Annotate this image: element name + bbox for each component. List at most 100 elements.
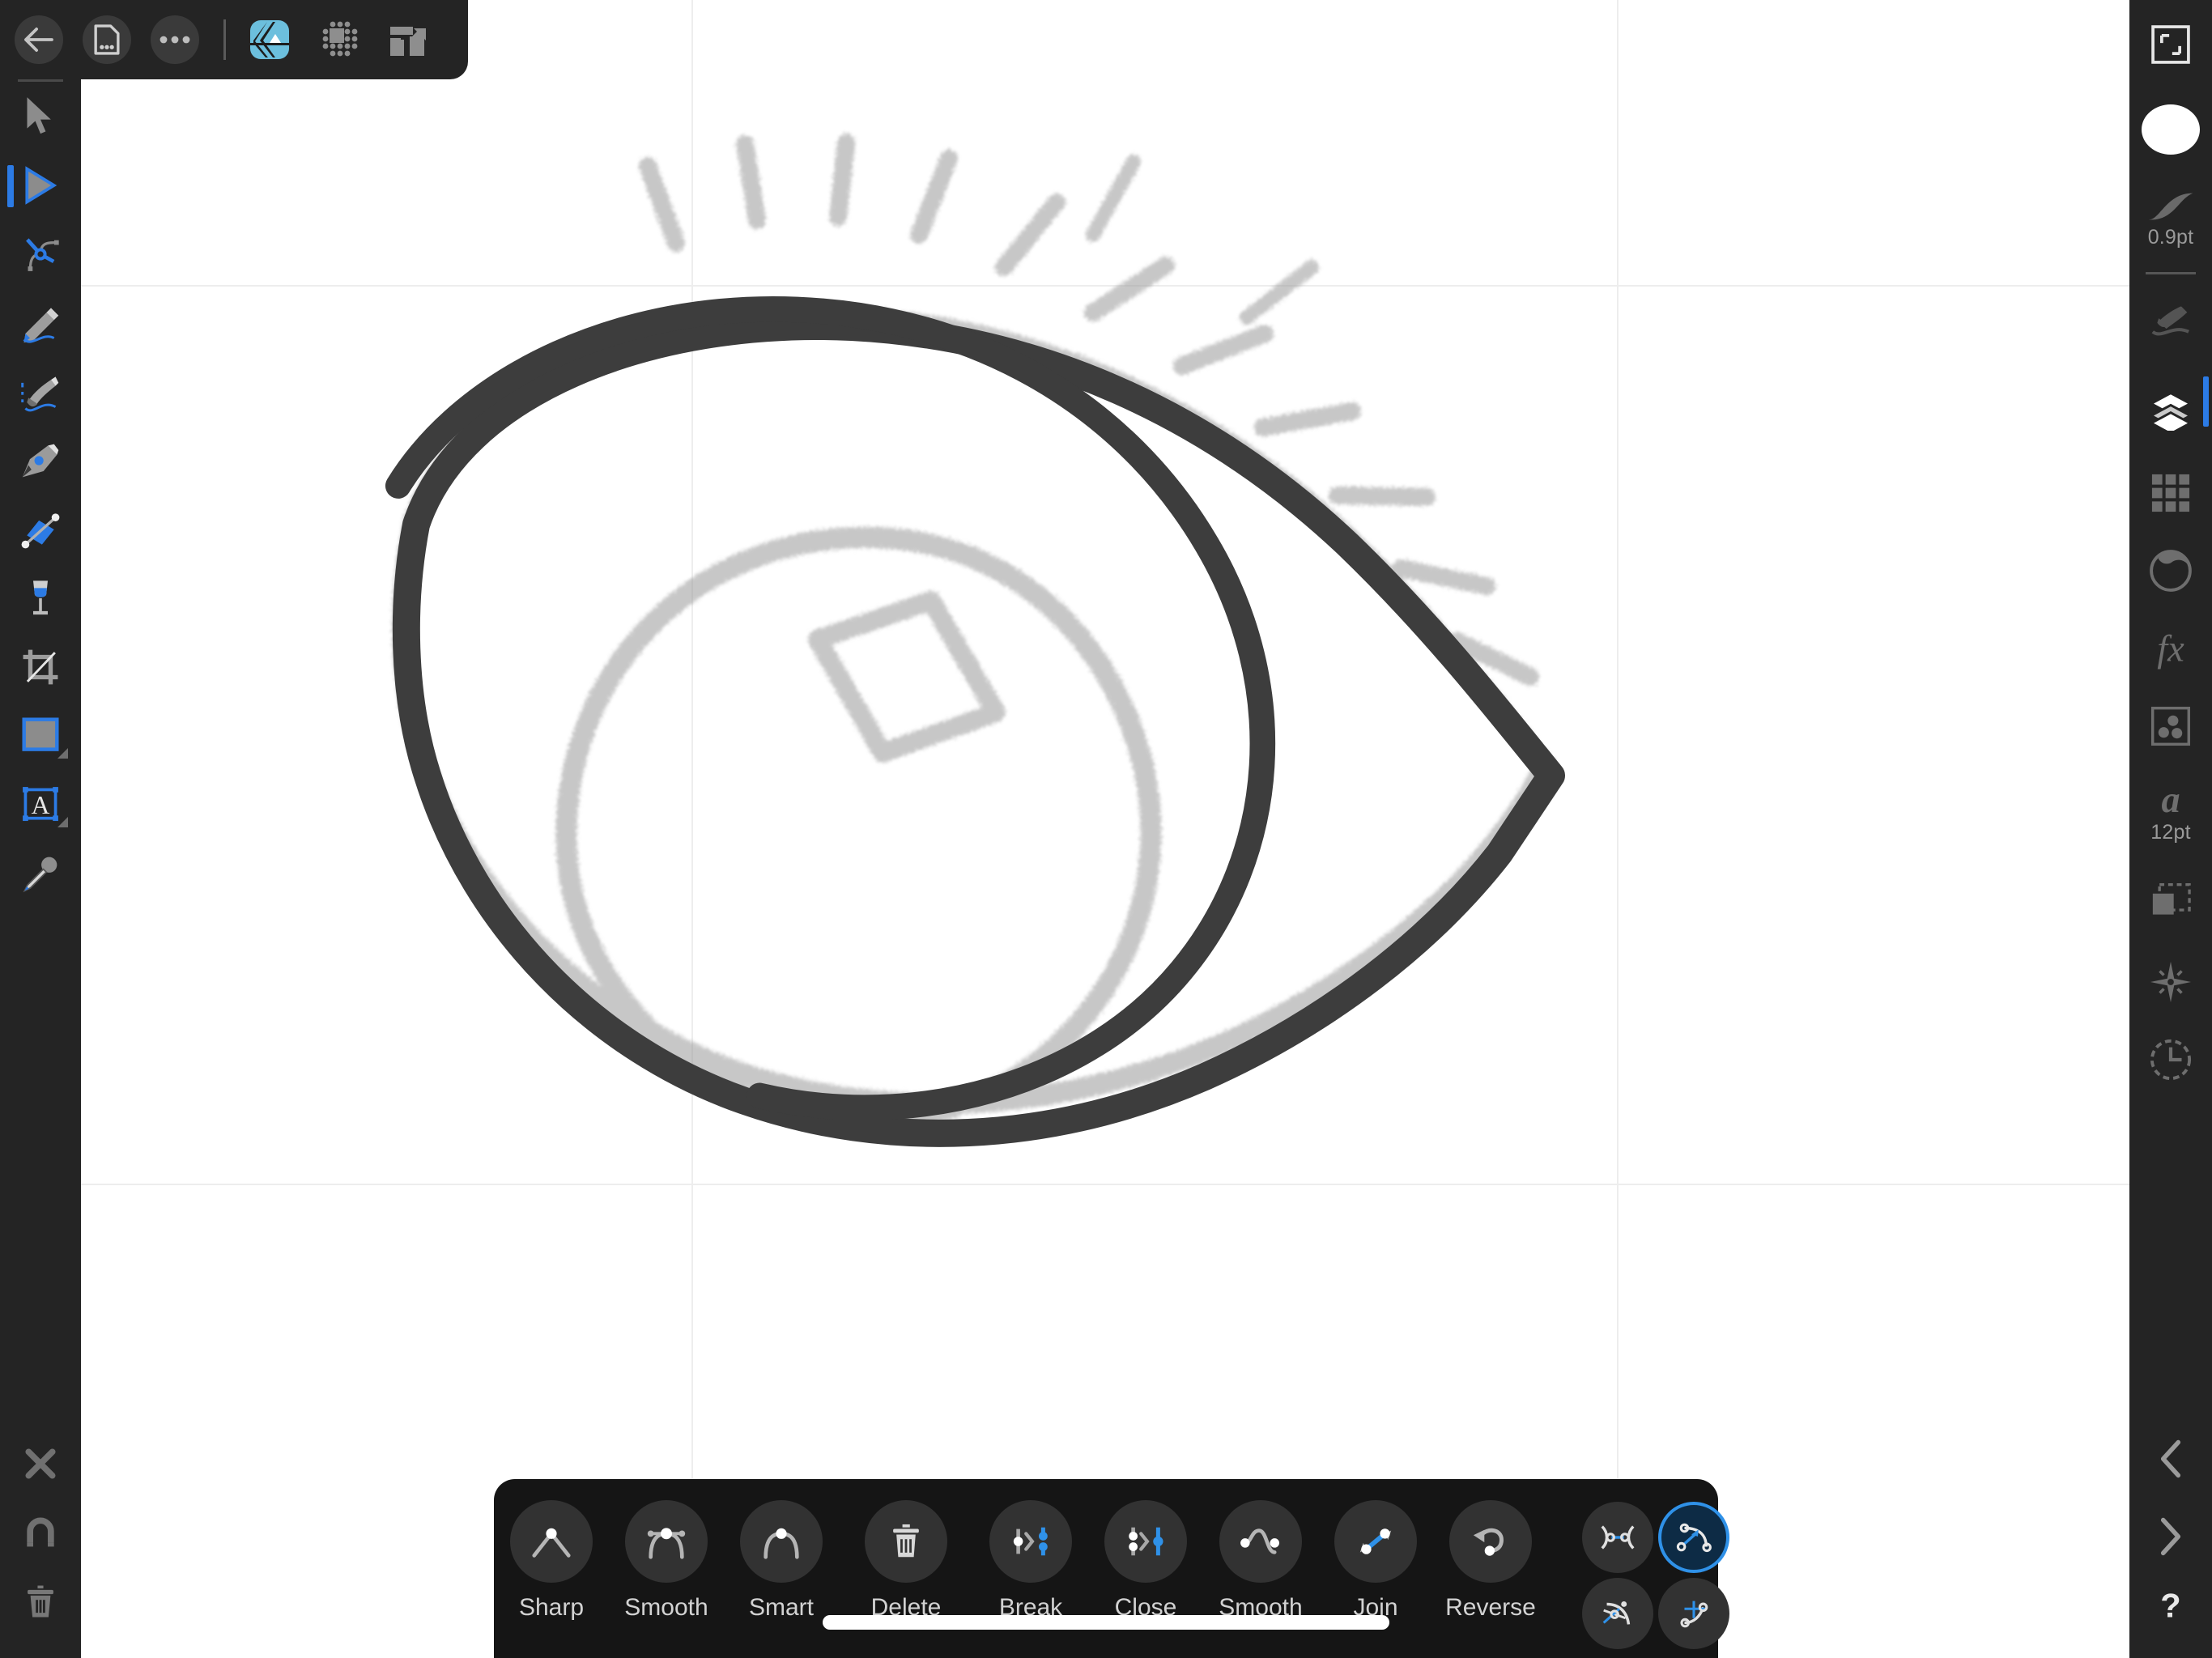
undo-button[interactable] xyxy=(2129,1420,2212,1498)
left-tool-sidebar[interactable]: A xyxy=(0,0,81,1658)
break-curve-icon xyxy=(989,1500,1072,1583)
join-curve-button[interactable]: Join xyxy=(1318,1500,1433,1622)
back-button[interactable] xyxy=(15,15,63,64)
toolbar-divider xyxy=(223,19,226,60)
colour-swatch-icon xyxy=(2142,104,2200,155)
convert-to-curve-icon xyxy=(1676,1523,1712,1553)
pencil-tool[interactable] xyxy=(0,288,81,357)
smart-node-icon xyxy=(740,1500,823,1583)
document-canvas[interactable] xyxy=(81,0,2129,1658)
document-top-toolbar[interactable] xyxy=(0,0,468,79)
adjustments-studio-button[interactable] xyxy=(2129,532,2212,610)
ellipsis-icon xyxy=(160,36,190,44)
shape-builder-tool[interactable] xyxy=(0,495,81,563)
svg-text:a: a xyxy=(2161,780,2180,819)
document-menu-button[interactable] xyxy=(83,15,131,64)
colour-picker-tool[interactable] xyxy=(0,839,81,908)
deselect-button[interactable] xyxy=(0,1429,81,1498)
adjustment-circle-icon xyxy=(2150,550,2192,592)
document-icon xyxy=(94,24,120,55)
mode-transform-handles-button[interactable] xyxy=(1582,1578,1653,1649)
layers-studio-button[interactable] xyxy=(2129,365,2212,454)
swatch-grid-icon xyxy=(2151,474,2190,512)
transform-studio-button[interactable] xyxy=(2129,859,2212,943)
sharp-node-icon xyxy=(510,1500,593,1583)
fill-colour-swatch[interactable] xyxy=(2129,89,2212,170)
tool-submenu-indicator xyxy=(57,748,68,759)
align-nodes-icon xyxy=(1680,1601,1708,1628)
right-studio-sidebar[interactable]: 0.9pt fx a 12pt ? xyxy=(2129,0,2212,1658)
smooth-curve-button[interactable]: Smooth xyxy=(1203,1500,1318,1622)
studio-selected-indicator xyxy=(2203,376,2209,427)
move-tool[interactable] xyxy=(0,82,81,151)
brush-icon xyxy=(2151,306,2189,336)
trash-icon xyxy=(865,1500,947,1583)
character-a-icon: a xyxy=(2161,780,2180,819)
help-button[interactable]: ? xyxy=(2129,1575,2212,1640)
history-studio-button[interactable] xyxy=(2129,1021,2212,1099)
more-options-button[interactable] xyxy=(151,15,199,64)
crop-tool[interactable] xyxy=(0,632,81,701)
tool-selected-indicator xyxy=(7,165,14,207)
artboard-frame-icon xyxy=(2151,25,2190,64)
stroke-width-value: 0.9pt xyxy=(2147,225,2194,249)
delete-button[interactable] xyxy=(0,1567,81,1635)
node-action-group: Delete xyxy=(849,1500,963,1622)
persona-pixel-button[interactable] xyxy=(313,14,365,66)
snapping-button[interactable] xyxy=(0,1498,81,1567)
chevron-right-icon xyxy=(2160,1517,2181,1556)
delete-node-button[interactable]: Delete xyxy=(849,1500,963,1622)
affinity-designer-app: A 0.9pt fx a 12pt ? Sharp Smooth Smart D… xyxy=(0,0,2212,1658)
svg-text:?: ? xyxy=(2160,1588,2180,1624)
pen-tool[interactable] xyxy=(0,426,81,495)
back-arrow-icon xyxy=(24,28,53,52)
join-curve-icon xyxy=(1334,1500,1417,1583)
node-type-group: Sharp Smooth Smart xyxy=(494,1500,839,1622)
character-studio-button[interactable]: a 12pt xyxy=(2129,765,2212,859)
reverse-curve-label: Reverse xyxy=(1445,1594,1536,1621)
close-curve-button[interactable]: Close xyxy=(1088,1500,1203,1622)
navigator-studio-button[interactable] xyxy=(2129,943,2212,1021)
smooth-node-icon xyxy=(625,1500,708,1583)
reverse-curve-button[interactable]: Reverse xyxy=(1433,1500,1548,1622)
close-curve-icon xyxy=(1104,1500,1187,1583)
mode-convert-line-button[interactable] xyxy=(1582,1502,1653,1573)
mode-align-nodes-button[interactable] xyxy=(1658,1578,1729,1649)
font-size-value: 12pt xyxy=(2150,820,2191,844)
question-mark-icon: ? xyxy=(2160,1588,2180,1624)
swatches-studio-button[interactable] xyxy=(2129,454,2212,532)
convert-to-line-icon xyxy=(1601,1525,1635,1550)
smooth-node-button[interactable]: Smooth xyxy=(609,1500,724,1622)
fill-tool[interactable] xyxy=(0,563,81,632)
redo-button[interactable] xyxy=(2129,1498,2212,1575)
mode-convert-curve-button[interactable] xyxy=(1658,1502,1729,1573)
stroke-width-button[interactable]: 0.9pt xyxy=(2129,170,2212,267)
svg-text:A: A xyxy=(32,791,50,819)
brush-studio-button[interactable] xyxy=(2129,274,2212,365)
node-context-toolbar[interactable]: Sharp Smooth Smart Delete Break Close Sm… xyxy=(494,1479,1729,1658)
stroke-swoosh-icon xyxy=(2148,193,2193,219)
assets-studio-button[interactable] xyxy=(2129,687,2212,765)
rectangle-tool[interactable] xyxy=(0,701,81,770)
smart-node-button[interactable]: Smart xyxy=(724,1500,839,1622)
smart-node-label: Smart xyxy=(748,1594,814,1621)
reverse-curve-icon xyxy=(1449,1500,1532,1583)
vector-brush-tool[interactable] xyxy=(0,357,81,426)
corner-tool[interactable] xyxy=(0,219,81,288)
text-tool[interactable]: A xyxy=(0,770,81,839)
persona-designer-button[interactable] xyxy=(244,14,296,66)
break-curve-button[interactable]: Break xyxy=(973,1500,1088,1622)
transform-handles-icon xyxy=(1602,1601,1631,1625)
node-mode-group xyxy=(1582,1502,1729,1649)
home-indicator xyxy=(823,1615,1389,1630)
document-setup-button[interactable] xyxy=(2129,0,2212,89)
node-tool[interactable] xyxy=(0,151,81,219)
curve-action-group: Break Close Smooth Join Reverse xyxy=(973,1500,1548,1622)
persona-export-button[interactable] xyxy=(383,14,435,66)
smooth-curve-icon xyxy=(1219,1500,1302,1583)
sharp-node-button[interactable]: Sharp xyxy=(494,1500,609,1622)
pixel-persona-icon xyxy=(322,21,358,57)
affinity-designer-persona-icon xyxy=(250,20,289,59)
transform-icon xyxy=(2152,883,2191,915)
effects-studio-button[interactable]: fx xyxy=(2129,610,2212,687)
